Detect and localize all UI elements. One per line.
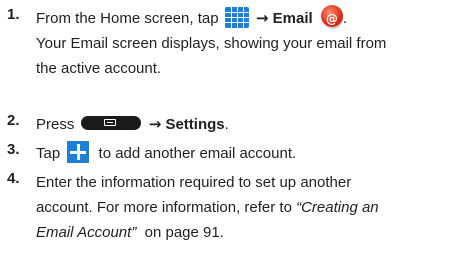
step-1-desc-line-1: Your Email screen displays, showing your…	[36, 35, 387, 52]
cross-reference-link[interactable]: Email Account”	[36, 224, 136, 241]
arrow-icon: →	[255, 9, 269, 27]
step-4-line-2: account. For more information, refer to …	[36, 199, 379, 216]
step-1-desc-line-2: the active account.	[36, 60, 162, 77]
step-2-instruction: Press → Settings.	[36, 115, 229, 133]
step-4-line-1: Enter the information required to set up…	[36, 174, 352, 191]
step-4-number: 4.	[7, 170, 20, 187]
email-app-icon	[320, 5, 343, 32]
step-1-instruction: From the Home screen, tap → Email .	[36, 5, 448, 32]
apps-grid-icon	[224, 6, 249, 28]
step-1-lead: From the Home screen, tap	[36, 10, 219, 27]
cross-reference-link[interactable]: “Creating an	[296, 199, 379, 216]
step-3-number: 3.	[7, 141, 20, 158]
step-1-target: Email	[272, 10, 313, 27]
plus-icon	[67, 141, 90, 164]
step-1-number: 1.	[7, 6, 20, 23]
step-3-instruction: Tap to add another email account.	[36, 141, 448, 166]
step-4-line-3: Email Account” on page 91.	[36, 224, 224, 241]
menu-key-icon	[80, 116, 141, 131]
arrow-icon: →	[148, 115, 162, 133]
step-2-target: Settings	[165, 116, 225, 133]
step-2-number: 2.	[7, 112, 20, 129]
